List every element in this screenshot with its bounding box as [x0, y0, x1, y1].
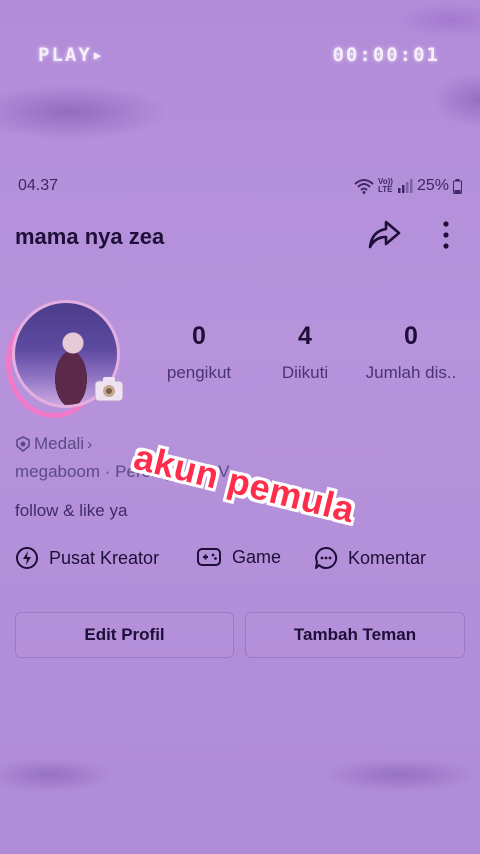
stat-likes[interactable]: 0 Jumlah dis.. — [356, 322, 466, 383]
comments-button[interactable]: Komentar — [314, 546, 426, 570]
stat-likes-value: 0 — [404, 322, 418, 350]
chevron-right-icon: › — [87, 435, 93, 453]
battery-percent: 25% — [416, 177, 449, 194]
stat-likes-label: Jumlah dis.. — [365, 363, 457, 382]
volte-icon: Vo)) LTE — [378, 177, 393, 194]
vhs-play-label: PLAY▸ — [38, 44, 106, 66]
profile-username: mama nya zea — [15, 224, 165, 249]
signal-icon — [397, 179, 413, 193]
stat-following-value: 4 — [298, 322, 312, 350]
medal-label: Medali — [34, 434, 85, 453]
status-bar: 04.37 Vo)) LTE 25% — [18, 177, 462, 197]
gamepad-icon — [197, 548, 221, 566]
vhs-timecode: 00:00:01 — [332, 44, 440, 66]
lightning-icon — [16, 547, 38, 569]
status-time: 04.37 — [18, 177, 59, 194]
comments-label: Komentar — [348, 547, 427, 568]
game-button[interactable]: Game — [196, 546, 281, 568]
comment-icon — [315, 546, 338, 569]
status-indicators: Vo)) LTE 25% — [354, 177, 462, 195]
wifi-icon — [354, 179, 374, 194]
stat-followers-label: pengikut — [166, 363, 232, 382]
creator-center-button[interactable]: Pusat Kreator — [15, 546, 159, 570]
battery-icon — [453, 178, 462, 194]
profile-bio: follow & like ya — [15, 501, 128, 520]
stat-following[interactable]: 4 Diikuti — [250, 322, 360, 383]
background — [0, 0, 480, 854]
share-icon[interactable] — [366, 218, 402, 252]
stat-followers[interactable]: 0 pengikut — [144, 322, 254, 383]
avatar[interactable] — [6, 298, 128, 418]
medal-link[interactable]: Medali › — [15, 434, 92, 454]
stat-following-label: Diikuti — [281, 363, 329, 382]
game-label: Game — [232, 546, 282, 567]
more-options-icon[interactable] — [438, 218, 454, 252]
medal-icon — [16, 436, 30, 452]
stat-followers-value: 0 — [192, 322, 206, 350]
creator-center-label: Pusat Kreator — [49, 547, 160, 568]
edit-profile-button[interactable]: Edit Profil — [15, 612, 234, 658]
camera-badge-icon — [94, 377, 124, 402]
add-friend-button[interactable]: Tambah Teman — [245, 612, 465, 658]
